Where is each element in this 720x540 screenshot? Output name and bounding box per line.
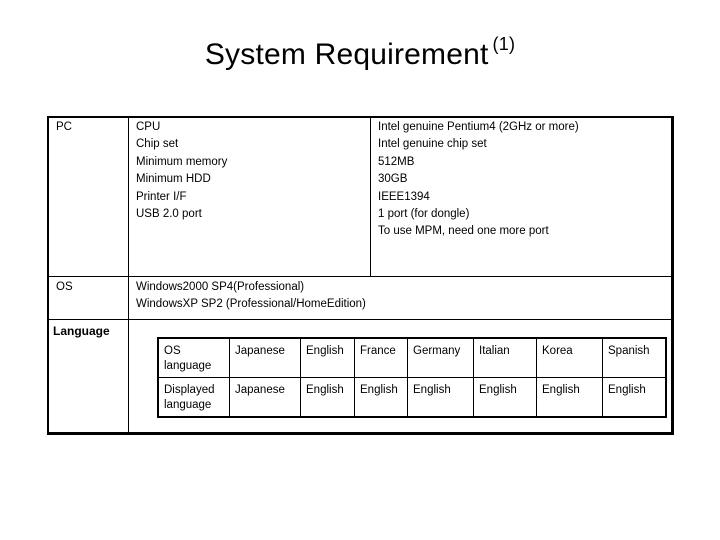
- table-cell: English: [473, 377, 537, 418]
- pc-item-value: IEEE1394: [378, 190, 430, 203]
- pc-item-name: USB 2.0 port: [136, 207, 202, 220]
- table-cell: English: [300, 337, 355, 378]
- table-cell: Italian: [473, 337, 537, 378]
- pc-item-value: Intel genuine chip set: [378, 138, 487, 151]
- pc-value-divider: [370, 117, 371, 276]
- os-label: OS: [56, 281, 73, 293]
- table-cell: Japanese: [229, 337, 301, 378]
- table-cell: English: [536, 377, 603, 418]
- language-label: Language: [53, 324, 110, 338]
- table-cell: Korea: [536, 337, 603, 378]
- language-table: OS language Japanese English France Germ…: [157, 337, 667, 418]
- row-header: OS language: [157, 337, 230, 378]
- os-versions: Windows2000 SP4(Professional) WindowsXP …: [136, 279, 366, 314]
- table-cell: Japanese: [229, 377, 301, 418]
- pc-item-name: CPU: [136, 121, 161, 133]
- pc-item-name: Printer I/F: [136, 190, 187, 203]
- pc-item-values: Intel genuine Pentium4 (2GHz or more) In…: [378, 119, 579, 241]
- pc-label: PC: [56, 121, 72, 133]
- title-footnote-marker: (1): [492, 34, 516, 54]
- table-cell: English: [354, 377, 408, 418]
- title-text: System Requirement: [204, 38, 489, 71]
- pc-item-value: 30GB: [378, 173, 408, 186]
- os-version: Windows2000 SP4(Professional): [136, 281, 305, 293]
- table-cell: Spanish: [602, 337, 667, 378]
- table-cell: English: [407, 377, 474, 418]
- table-cell: English: [602, 377, 667, 418]
- table-row: Displayed language Japanese English Engl…: [157, 377, 667, 418]
- pc-item-value: 512MB: [378, 155, 415, 168]
- table-cell: Germany: [407, 337, 474, 378]
- pc-item-value: 1 port (for dongle): [378, 207, 470, 220]
- page-title: System Requirement (1): [0, 34, 720, 72]
- os-version: WindowsXP SP2 (Professional/HomeEdition): [136, 298, 366, 311]
- pc-item-names: CPU Chip set Minimum memory Minimum HDD …: [136, 119, 227, 223]
- table-cell: English: [300, 377, 355, 418]
- row-divider-os-language: [48, 319, 672, 320]
- pc-item-name: Minimum HDD: [136, 173, 211, 186]
- pc-item-name: Minimum memory: [136, 155, 228, 168]
- row-divider-pc-os: [48, 276, 672, 277]
- pc-note: To use MPM, need one more port: [378, 225, 549, 238]
- pc-item-name: Chip set: [136, 138, 179, 151]
- pc-item-value: Intel genuine Pentium4 (2GHz or more): [378, 121, 579, 133]
- table-cell: France: [354, 337, 408, 378]
- table-row: OS language Japanese English France Germ…: [157, 337, 667, 378]
- row-header: Displayed language: [157, 377, 230, 418]
